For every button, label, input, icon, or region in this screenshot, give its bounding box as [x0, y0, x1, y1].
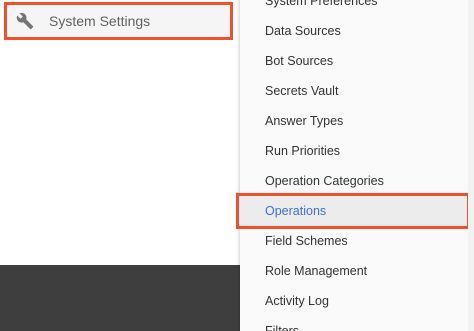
menu-item-operation-categories[interactable]: Operation Categories: [240, 166, 474, 196]
wrench-icon: [15, 11, 35, 31]
menu-item-bot-sources[interactable]: Bot Sources: [240, 46, 474, 76]
menu-item-answer-types[interactable]: Answer Types: [240, 106, 474, 136]
menu-item-activity-log[interactable]: Activity Log: [240, 286, 474, 316]
menu-item-secrets-vault[interactable]: Secrets Vault: [240, 76, 474, 106]
sidebar-item-label: System Settings: [49, 13, 151, 29]
menu-item-field-schemes[interactable]: Field Schemes: [240, 226, 474, 256]
menu-item-run-priorities[interactable]: Run Priorities: [240, 136, 474, 166]
menu-item-system-preferences[interactable]: System Preferences: [240, 0, 474, 16]
menu-item-data-sources[interactable]: Data Sources: [240, 16, 474, 46]
menu-item-role-management[interactable]: Role Management: [240, 256, 474, 286]
scrollbar[interactable]: [468, 0, 474, 331]
screen: System Settings System Preferences Data S…: [0, 0, 474, 331]
menu-item-operations[interactable]: Operations: [240, 196, 474, 226]
menu-item-filters[interactable]: Filters: [240, 316, 474, 331]
sidebar-item-system-settings[interactable]: System Settings: [4, 2, 233, 40]
